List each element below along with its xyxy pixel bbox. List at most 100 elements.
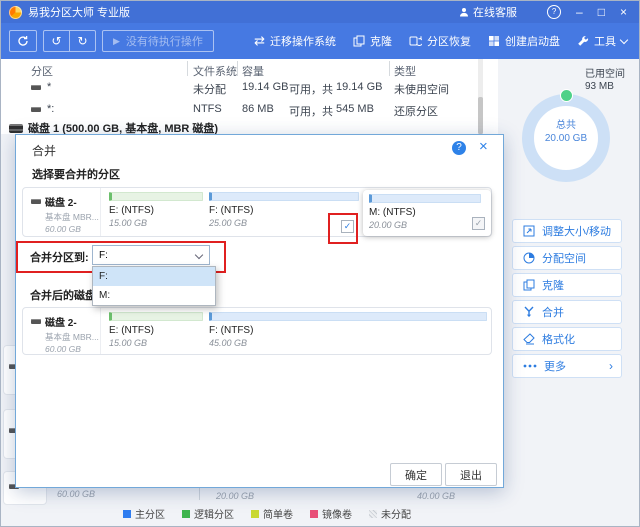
partition-m-label: M: (NTFS) xyxy=(369,207,416,218)
refresh-button[interactable] xyxy=(9,30,37,52)
minimize-button[interactable]: – xyxy=(576,6,583,18)
select-partitions-heading: 选择要合并的分区 xyxy=(32,169,120,181)
dropdown-option-f[interactable]: F: xyxy=(93,267,215,286)
bg-size-1: 20.00 GB xyxy=(216,491,255,501)
partition-f-label: F: (NTFS) xyxy=(209,205,254,216)
row0-free: 19.14 GB xyxy=(242,81,289,93)
migrate-os-button[interactable]: ⇄ 迁移操作系统 xyxy=(254,33,336,49)
dropdown-option-m[interactable]: M: xyxy=(93,286,215,305)
partition-bar-e xyxy=(109,192,203,201)
resize-move-button[interactable]: 调整大小/移动 xyxy=(512,219,622,243)
partition-f-checkbox[interactable]: ✓ xyxy=(341,220,354,233)
clone-label: 克隆 xyxy=(370,36,392,48)
donut-center-text: 总共 20.00 GB xyxy=(522,119,610,145)
partition-block-e[interactable]: E: (NTFS) 15.00 GB xyxy=(109,192,203,228)
ok-button[interactable]: 确定 xyxy=(390,463,442,486)
row1-mid: 可用，共 xyxy=(289,106,333,118)
partition-e-size: 15.00 GB xyxy=(109,218,148,228)
merge-action-label: 合并 xyxy=(542,307,564,319)
legend-swatch-mirror xyxy=(310,509,318,518)
pending-operations-button[interactable]: ▶ 没有待执行操作 xyxy=(102,30,214,52)
bg-size-0: 60.00 GB xyxy=(57,489,96,499)
format-button[interactable]: 格式化 xyxy=(512,327,622,351)
col-header-type: 类型 xyxy=(394,66,416,78)
legend-swatch-unallocated xyxy=(369,509,377,518)
play-icon: ▶ xyxy=(113,35,120,46)
partition-f-size: 25.00 GB xyxy=(209,218,248,228)
result-disk-heading: 合并后的磁盘 xyxy=(30,290,96,302)
row0-type: 未使用空间 xyxy=(394,84,449,96)
dialog-close-icon[interactable]: × xyxy=(479,138,488,155)
source-disk-size: 60.00 GB xyxy=(45,224,81,234)
allocate-space-button[interactable]: 分配空间 xyxy=(512,246,622,270)
clone-icon xyxy=(523,279,535,291)
source-disk-info: 磁盘 2- 基本盘 MBR... 60.00 GB xyxy=(23,188,101,236)
partition-e-label: E: (NTFS) xyxy=(109,205,154,216)
pie-icon xyxy=(523,252,535,264)
legend-label: 简单卷 xyxy=(263,510,293,521)
close-button[interactable]: × xyxy=(620,6,627,18)
pending-operations-label: 没有待执行操作 xyxy=(125,36,203,48)
dialog-help-icon[interactable]: ? xyxy=(452,141,466,155)
help-icon[interactable]: ? xyxy=(547,5,562,19)
dialog-title: 合并 xyxy=(32,144,57,158)
result-bar-f xyxy=(209,312,487,321)
disk-icon xyxy=(31,319,41,324)
online-service-button[interactable]: 在线客服 xyxy=(459,4,517,20)
merge-to-select[interactable]: F: xyxy=(92,245,210,265)
total-label: 总共 xyxy=(556,120,576,131)
refresh-icon xyxy=(17,35,29,47)
ellipsis-icon xyxy=(523,364,537,368)
col-header-capacity: 容量 xyxy=(242,66,264,78)
result-disk-row: 磁盘 2- 基本盘 MBR... 60.00 GB E: (NTFS) 15.0… xyxy=(22,307,492,355)
used-space-label: 已用空间 xyxy=(585,69,625,80)
clone-button[interactable]: 克隆 xyxy=(353,33,392,49)
merge-to-dropdown: F: M: xyxy=(92,266,216,306)
eraser-icon xyxy=(523,333,535,345)
partition-icon xyxy=(31,85,41,90)
undo-button[interactable]: ↺ xyxy=(44,31,69,51)
legend-label: 主分区 xyxy=(135,510,165,521)
partition-bar-m xyxy=(369,194,481,203)
clone-action-label: 克隆 xyxy=(542,280,564,292)
result-partition-e: E: (NTFS) 15.00 GB xyxy=(109,312,203,348)
legend-swatch-simple xyxy=(251,509,259,518)
more-label: 更多 xyxy=(544,361,566,373)
row0-mid: 可用，共 xyxy=(289,84,333,96)
toolbar: ↺ ↻ ▶ 没有待执行操作 ⇄ 迁移操作系统 克隆 分区恢复 创建启动盘 工具 xyxy=(1,23,639,59)
col-header-partition: 分区 xyxy=(31,66,53,78)
clone-action-button[interactable]: 克隆 xyxy=(512,273,622,297)
partition-block-f[interactable]: F: (NTFS) 25.00 GB xyxy=(209,192,359,228)
partition-recovery-button[interactable]: 分区恢复 xyxy=(409,33,471,49)
result-partition-f: F: (NTFS) 45.00 GB xyxy=(209,312,487,348)
partition-m-checkbox[interactable]: ✓ xyxy=(472,217,485,230)
merge-dialog: 合并 ? × 选择要合并的分区 磁盘 2- 基本盘 MBR... 60.00 G… xyxy=(15,134,504,488)
legend-label: 未分配 xyxy=(381,510,411,521)
result-disk-size: 60.00 GB xyxy=(45,344,81,354)
result-disk-name: 磁盘 2- xyxy=(45,318,77,329)
create-boot-disk-button[interactable]: 创建启动盘 xyxy=(488,33,560,49)
bg-size-2: 40.00 GB xyxy=(417,491,456,501)
tools-button[interactable]: 工具 xyxy=(577,33,629,49)
app-window: 易我分区大师 专业版 在线客服 ? – □ × ↺ ↻ ▶ 没有待执行操作 ⇄ … xyxy=(0,0,640,527)
source-disk-subtype: 基本盘 MBR... xyxy=(45,212,99,222)
merge-action-button[interactable]: 合并 xyxy=(512,300,622,324)
table-row[interactable]: * xyxy=(47,81,51,93)
merge-to-label: 合并分区到: xyxy=(30,252,89,264)
legend-label: 镜像卷 xyxy=(322,510,352,521)
merge-icon xyxy=(523,306,535,318)
migrate-os-label: 迁移操作系统 xyxy=(270,36,336,48)
chevron-down-icon xyxy=(194,250,204,260)
more-button[interactable]: 更多 › xyxy=(512,354,622,378)
maximize-button[interactable]: □ xyxy=(598,6,605,18)
partition-block-m[interactable]: M: (NTFS) 20.00 GB ✓ xyxy=(363,190,491,236)
clone-icon xyxy=(353,35,365,47)
table-row[interactable]: *: xyxy=(47,103,54,115)
format-label: 格式化 xyxy=(542,334,575,346)
partition-bar-f xyxy=(209,192,359,201)
boot-disk-icon xyxy=(488,35,500,47)
exit-button[interactable]: 退出 xyxy=(445,463,497,486)
result-e-size: 15.00 GB xyxy=(109,338,148,348)
table-scrollbar-thumb[interactable] xyxy=(478,97,483,134)
redo-button[interactable]: ↻ xyxy=(69,31,95,51)
